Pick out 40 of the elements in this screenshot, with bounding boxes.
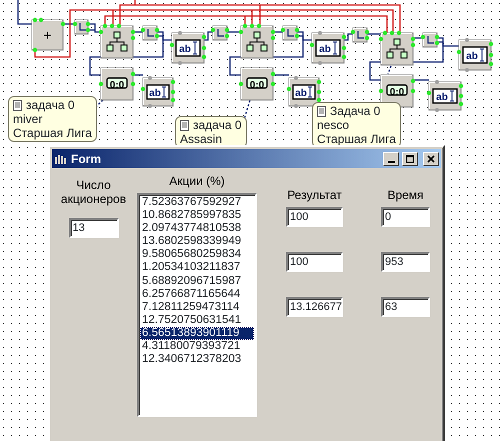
block-label: + xyxy=(43,27,52,43)
block-label: ab xyxy=(436,92,448,103)
list-item[interactable]: 6.25766871165644 xyxy=(140,288,254,301)
shares-label: Акции (%) xyxy=(169,174,225,188)
list-item[interactable]: 9.58065680259834 xyxy=(140,248,254,262)
holders-label: Число акционеров xyxy=(60,178,126,206)
list-item[interactable]: 2.09743774810538 xyxy=(140,222,254,236)
block-label: ab xyxy=(319,44,331,55)
time-field[interactable]: 0 xyxy=(381,207,430,227)
holders-field[interactable]: 13 xyxy=(68,218,118,238)
time-field[interactable]: 953 xyxy=(381,252,430,272)
list-item[interactable]: 6.56513893901119 xyxy=(140,326,254,340)
note-title: задача 0 xyxy=(193,118,242,132)
time-label: Время xyxy=(387,188,424,202)
list-item[interactable]: 5.68892096715987 xyxy=(140,274,254,288)
result-field[interactable]: 100 xyxy=(286,252,343,272)
result-label: Результат xyxy=(287,188,342,202)
list-item[interactable]: 4.31180079393721 xyxy=(140,340,254,354)
block-label: ab xyxy=(295,88,307,99)
list-item[interactable]: 7.52363767592927 xyxy=(140,196,254,210)
block-label: ab xyxy=(179,44,191,55)
result-field[interactable]: 100 xyxy=(286,207,343,227)
note-text: Старшая Лига xyxy=(317,132,396,146)
note-title: задача 0 xyxy=(26,98,75,112)
note-text: Старшая Лига xyxy=(13,126,92,140)
list-item[interactable]: 12.3406712378203 xyxy=(140,353,254,366)
window-title: Form xyxy=(71,150,101,168)
note-text: nesco xyxy=(317,118,350,132)
list-item[interactable]: 1.20534103211837 xyxy=(140,261,254,275)
time-field[interactable]: 63 xyxy=(381,297,430,317)
list-item[interactable]: 12.7520750631541 xyxy=(140,314,254,327)
result-field[interactable]: 13.126677 xyxy=(286,297,343,317)
block-label: ab xyxy=(149,88,161,99)
list-item[interactable]: 10.8682785997835 xyxy=(140,209,254,222)
list-item[interactable]: 13.6802598339949 xyxy=(140,235,254,248)
list-item[interactable]: 7.12811259473114 xyxy=(140,300,254,314)
block-label: ab xyxy=(466,51,478,62)
note-text: Assasin xyxy=(180,132,224,146)
note-title: Задача 0 xyxy=(330,104,380,118)
note-text: miver xyxy=(13,112,44,126)
